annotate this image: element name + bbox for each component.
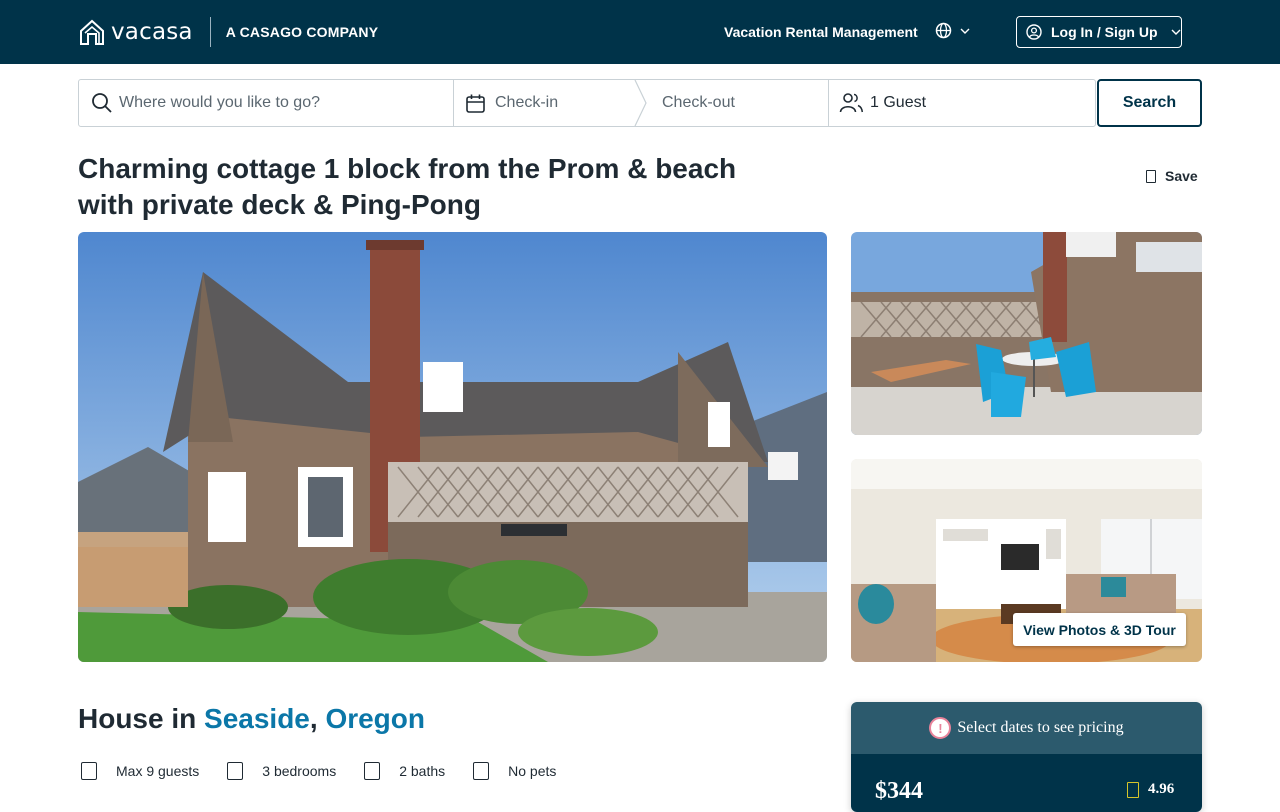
guests-icon [81, 762, 97, 780]
chevron-down-icon [960, 28, 970, 34]
globe-icon [935, 22, 952, 39]
save-label: Save [1165, 168, 1198, 184]
search-button[interactable]: Search [1097, 79, 1202, 127]
star-icon [1127, 781, 1139, 798]
pricing-notice: ! Select dates to see pricing [851, 702, 1202, 754]
amenity-pets-label: No pets [508, 763, 557, 779]
amenity-baths: 2 baths [364, 762, 445, 780]
city-link[interactable]: Seaside [204, 703, 310, 734]
bath-icon [364, 762, 381, 780]
no-pets-icon [473, 762, 490, 780]
vacation-rental-management-link[interactable]: Vacation Rental Management [724, 24, 918, 40]
property-type: House in [78, 703, 197, 734]
destination-input[interactable]: Where would you like to go? [79, 80, 454, 126]
deck-photo[interactable] [851, 232, 1202, 435]
property-location-heading: House in Seaside, Oregon [78, 703, 425, 735]
guest-count: 1 Guest [870, 94, 927, 111]
logo-wordmark: vacasa [111, 19, 193, 45]
nightly-price: $344 [875, 778, 923, 804]
amenity-guests: Max 9 guests [81, 762, 199, 780]
checkout-placeholder: Check-out [662, 94, 735, 111]
amenity-guests-label: Max 9 guests [116, 763, 200, 779]
view-photos-3d-tour-button[interactable]: View Photos & 3D Tour [1013, 613, 1186, 646]
destination-placeholder: Where would you like to go? [119, 94, 320, 111]
checkin-placeholder: Check-in [495, 94, 559, 111]
logo-divider [209, 17, 211, 47]
amenity-baths-label: 2 baths [399, 763, 446, 779]
chevron-down-icon [1171, 29, 1181, 35]
amenity-bedrooms-label: 3 bedrooms [262, 763, 337, 779]
rating-value: 4.96 [1148, 781, 1175, 797]
state-link[interactable]: Oregon [325, 703, 425, 734]
warning-icon: ! [929, 717, 952, 739]
house-logo-icon [80, 19, 104, 45]
login-label: Log In / Sign Up [1051, 24, 1158, 40]
location-separator: , [309, 703, 318, 734]
search-icon [92, 93, 112, 113]
bookmark-icon [1146, 169, 1156, 183]
rating: 4.96 [1127, 781, 1174, 798]
amenity-pets: No pets [473, 762, 556, 780]
top-navigation-bar: vacasa A CASAGO COMPANY Vacation Rental … [0, 0, 1280, 64]
bed-icon [227, 762, 244, 780]
listing-title: Charming cottage 1 block from the Prom &… [78, 153, 737, 220]
amenity-list: Max 9 guests 3 bedrooms 2 baths No pets [81, 762, 556, 780]
guests-icon [839, 93, 864, 113]
checkout-input[interactable]: Check-out [642, 80, 829, 126]
search-bar: Where would you like to go? Check-in Che… [78, 79, 1096, 127]
user-circle-icon [1026, 24, 1042, 40]
company-tagline: A CASAGO COMPANY [225, 24, 379, 40]
guest-selector[interactable]: 1 Guest [829, 80, 1095, 126]
main-photo-cottage-exterior[interactable] [78, 232, 827, 662]
language-selector[interactable] [935, 22, 970, 39]
calendar-icon [466, 94, 485, 113]
save-button[interactable]: Save [1146, 168, 1198, 184]
pricing-notice-text: Select dates to see pricing [957, 719, 1124, 736]
checkin-input[interactable]: Check-in [454, 80, 647, 126]
amenity-bedrooms: 3 bedrooms [227, 762, 336, 780]
vacasa-logo[interactable]: vacasa A CASAGO COMPANY [79, 17, 378, 47]
login-signup-button[interactable]: Log In / Sign Up [1016, 16, 1182, 48]
